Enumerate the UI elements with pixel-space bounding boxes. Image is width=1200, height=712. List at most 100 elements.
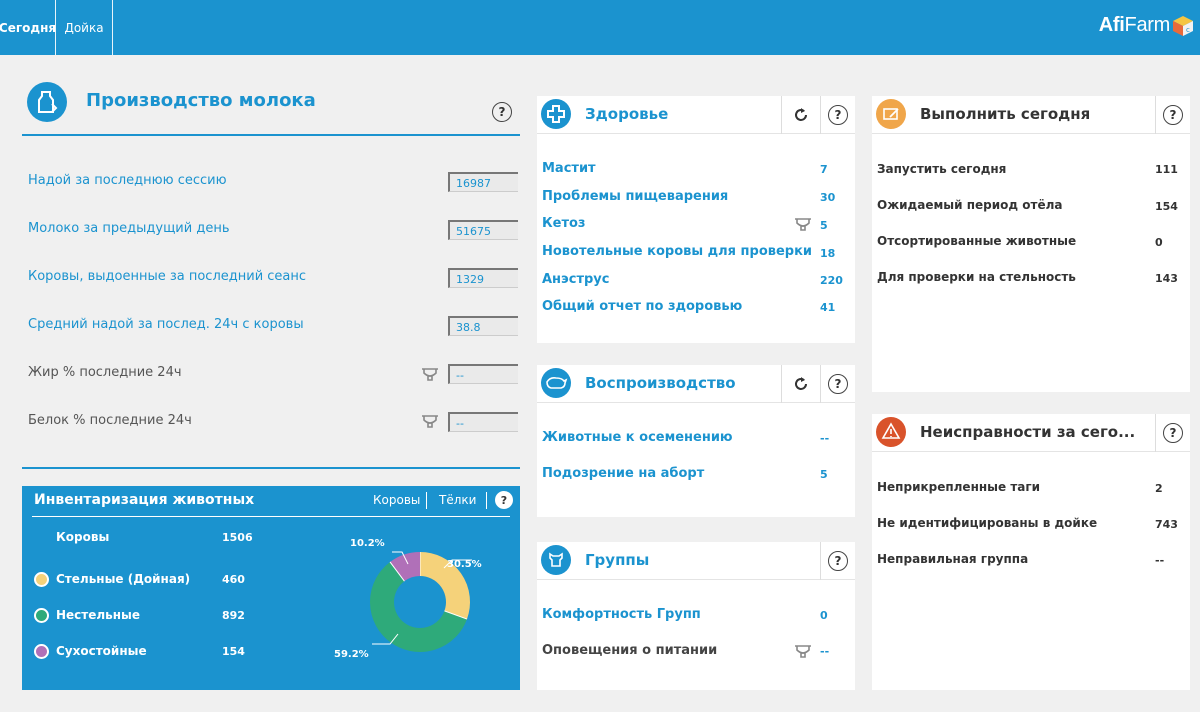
avg-yield-value: 38.8 bbox=[448, 316, 518, 336]
protein-percent-value: -- bbox=[448, 412, 518, 432]
sensor-icon bbox=[795, 645, 811, 658]
inventory-help-icon[interactable]: ? bbox=[495, 491, 513, 509]
chart-label-pregnant: 30.5% bbox=[447, 559, 482, 570]
cows-total-value: 1506 bbox=[222, 531, 253, 544]
pregnant-label[interactable]: Стельные (Дойная) bbox=[56, 572, 190, 586]
sorted-animals-label[interactable]: Отсортированные животные bbox=[877, 234, 1076, 248]
reproduction-title: Воспроизводство bbox=[585, 374, 736, 392]
refresh-icon[interactable] bbox=[791, 105, 811, 125]
dry-off-label[interactable]: Запустить сегодня bbox=[877, 162, 1006, 176]
divider bbox=[781, 365, 782, 403]
health-report-value: 41 bbox=[820, 301, 836, 314]
dry-value: 154 bbox=[222, 645, 245, 658]
faults-help-icon[interactable]: ? bbox=[1163, 423, 1183, 443]
feeding-alerts-value: -- bbox=[820, 645, 830, 658]
divider bbox=[1155, 96, 1156, 134]
reproduction-help-icon[interactable]: ? bbox=[828, 374, 848, 394]
divider bbox=[820, 542, 821, 580]
faults-card: Неисправности за сего... ? Неприкрепленн… bbox=[872, 414, 1190, 690]
tab-milking[interactable]: Дойка bbox=[56, 0, 113, 55]
divider bbox=[22, 467, 520, 469]
milk-last-session-label[interactable]: Надой за последнюю сессию bbox=[28, 173, 227, 188]
divider bbox=[426, 492, 427, 509]
health-card-header: Здоровье ? bbox=[537, 96, 855, 134]
mastitis-value: 7 bbox=[820, 163, 828, 176]
milk-bottle-icon bbox=[27, 82, 67, 122]
health-report-label[interactable]: Общий отчет по здоровью bbox=[542, 299, 742, 314]
group-comfort-label[interactable]: Комфортность Групп bbox=[542, 607, 701, 622]
divider bbox=[486, 492, 487, 509]
unattached-tags-label[interactable]: Неприкрепленные таги bbox=[877, 480, 1040, 494]
tab-cows[interactable]: Коровы bbox=[373, 493, 420, 507]
avg-yield-label[interactable]: Средний надой за послед. 24ч с коровы bbox=[28, 317, 304, 332]
task-icon bbox=[876, 99, 906, 129]
groups-help-icon[interactable]: ? bbox=[828, 551, 848, 571]
to-inseminate-label[interactable]: Животные к осеменению bbox=[542, 430, 733, 445]
milk-help-icon[interactable]: ? bbox=[492, 102, 512, 122]
todo-help-icon[interactable]: ? bbox=[1163, 105, 1183, 125]
pregnant-legend-dot bbox=[34, 572, 49, 587]
milk-prev-day-label[interactable]: Молоко за предыдущий день bbox=[28, 221, 230, 236]
cows-milked-label[interactable]: Коровы, выдоенные за последний сеанс bbox=[28, 269, 306, 284]
cow-group-icon bbox=[541, 545, 571, 575]
reproduction-card-header: Воспроизводство ? bbox=[537, 365, 855, 403]
unidentified-value: 743 bbox=[1155, 518, 1178, 531]
anestrus-value: 220 bbox=[820, 274, 843, 287]
milk-production-title: Производство молока bbox=[86, 90, 316, 111]
fresh-cows-label[interactable]: Новотельные коровы для проверки bbox=[542, 244, 812, 259]
sensor-icon bbox=[422, 368, 438, 381]
fat-percent-label: Жир % последние 24ч bbox=[28, 365, 182, 380]
groups-card-header: Группы ? bbox=[537, 542, 855, 580]
pregnancy-check-value: 143 bbox=[1155, 272, 1178, 285]
svg-text:c: c bbox=[1186, 26, 1190, 34]
animal-inventory-panel: Инвентаризация животных Коровы Тёлки ? К… bbox=[22, 486, 520, 690]
divider bbox=[22, 134, 520, 136]
expected-calving-value: 154 bbox=[1155, 200, 1178, 213]
medical-cross-icon bbox=[541, 99, 571, 129]
milk-prev-day-value: 51675 bbox=[448, 220, 518, 240]
refresh-icon[interactable] bbox=[791, 374, 811, 394]
cow-icon bbox=[541, 368, 571, 398]
donut-slice-dry bbox=[390, 552, 421, 582]
todo-card-header: Выполнить сегодня ? bbox=[872, 96, 1190, 134]
milk-last-session-value: 16987 bbox=[448, 172, 518, 192]
fat-percent-value: -- bbox=[448, 364, 518, 384]
sorted-animals-value: 0 bbox=[1155, 236, 1163, 249]
divider bbox=[781, 96, 782, 134]
todo-title: Выполнить сегодня bbox=[920, 105, 1091, 123]
digestion-label[interactable]: Проблемы пищеварения bbox=[542, 189, 728, 204]
todo-card: Выполнить сегодня ? Запустить сегодня 11… bbox=[872, 96, 1190, 392]
fresh-cows-value: 18 bbox=[820, 247, 836, 260]
groups-title: Группы bbox=[585, 551, 650, 569]
warning-icon bbox=[876, 417, 906, 447]
dry-label[interactable]: Сухостойные bbox=[56, 644, 147, 658]
anestrus-label[interactable]: Анэструс bbox=[542, 272, 609, 287]
unidentified-label[interactable]: Не идентифицированы в дойке bbox=[877, 516, 1097, 530]
tab-today[interactable]: Сегодня bbox=[0, 0, 56, 55]
health-help-icon[interactable]: ? bbox=[828, 105, 848, 125]
cows-milked-value: 1329 bbox=[448, 268, 518, 288]
wrong-group-label[interactable]: Неправильная группа bbox=[877, 552, 1028, 566]
pregnancy-check-label[interactable]: Для проверки на стельность bbox=[877, 270, 1076, 284]
mastitis-label[interactable]: Мастит bbox=[542, 161, 596, 176]
sensor-icon bbox=[795, 218, 811, 231]
dry-off-value: 111 bbox=[1155, 163, 1178, 176]
tab-heifers[interactable]: Тёлки bbox=[439, 493, 476, 507]
feeding-alerts-label: Оповещения о питании bbox=[542, 643, 718, 658]
health-card: Здоровье ? Мастит 7 Проблемы пищеварения… bbox=[537, 96, 855, 343]
ketosis-label[interactable]: Кетоз bbox=[542, 216, 585, 231]
groups-card: Группы ? Комфортность Групп 0 Оповещения… bbox=[537, 542, 855, 690]
afifarm-logo: AfiFarm c bbox=[1099, 14, 1194, 37]
chart-label-dry: 10.2% bbox=[350, 538, 385, 549]
cows-total-label[interactable]: Коровы bbox=[56, 530, 109, 544]
dry-legend-dot bbox=[34, 644, 49, 659]
digestion-value: 30 bbox=[820, 191, 836, 204]
not-pregnant-label[interactable]: Нестельные bbox=[56, 608, 140, 622]
unattached-tags-value: 2 bbox=[1155, 482, 1163, 495]
divider bbox=[820, 365, 821, 403]
abortion-suspect-label[interactable]: Подозрение на аборт bbox=[542, 466, 704, 481]
expected-calving-label[interactable]: Ожидаемый период отёла bbox=[877, 198, 1063, 212]
divider bbox=[1155, 414, 1156, 452]
to-inseminate-value: -- bbox=[820, 432, 830, 445]
abortion-suspect-value: 5 bbox=[820, 468, 828, 481]
